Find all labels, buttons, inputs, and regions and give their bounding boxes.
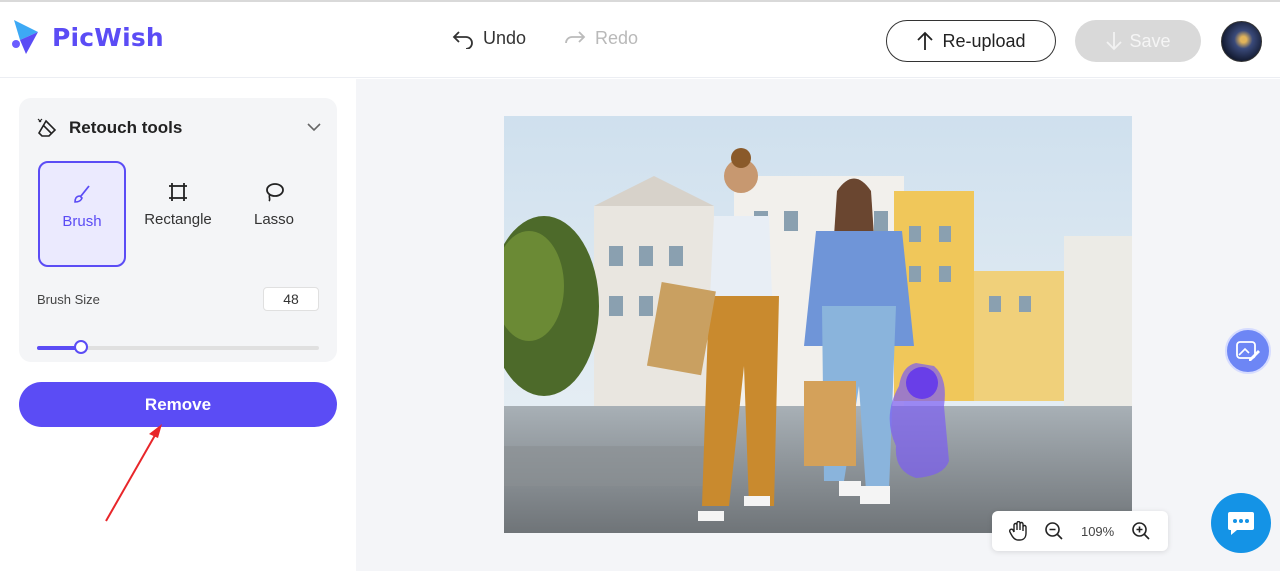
redo-label: Redo [595, 28, 639, 48]
chevron-down-icon[interactable] [307, 122, 321, 132]
logo[interactable]: PicWish [10, 18, 164, 56]
tool-rectangle[interactable]: Rectangle [134, 161, 222, 267]
panel-header[interactable]: Retouch tools [37, 118, 182, 138]
zoom-out-icon[interactable] [1044, 521, 1064, 541]
reupload-button[interactable]: Re-upload [886, 20, 1056, 62]
canvas-area: 109% [356, 79, 1280, 571]
brush-icon [74, 185, 90, 203]
rectangle-select-icon [169, 183, 187, 201]
tool-lasso-label: Lasso [253, 211, 295, 228]
redo-button[interactable]: Redo [563, 28, 638, 49]
save-button[interactable]: Save [1075, 20, 1201, 62]
redo-icon [565, 30, 586, 43]
undo-button[interactable]: Undo [451, 28, 526, 49]
brush-size-slider[interactable] [37, 340, 319, 354]
save-label: Save [1129, 30, 1171, 51]
retouch-tools-panel: Retouch tools Brush Rectangle Lasso Brus [19, 98, 337, 362]
chat-bubble-icon [1228, 512, 1254, 535]
hand-pan-icon[interactable] [1008, 521, 1027, 541]
tool-rectangle-label: Rectangle [144, 211, 212, 228]
tool-lasso[interactable]: Lasso [230, 161, 318, 267]
panel-title: Retouch tools [69, 118, 183, 137]
zoom-in-icon[interactable] [1131, 521, 1151, 541]
upload-arrow-icon [917, 31, 934, 50]
reupload-label: Re-upload [942, 30, 1026, 51]
brush-size-label: Brush Size [37, 292, 100, 307]
undo-label: Undo [483, 28, 527, 48]
floating-edit-button[interactable] [1225, 328, 1271, 374]
tool-brush-label: Brush [62, 213, 102, 230]
download-arrow-icon [1106, 32, 1123, 51]
app-header: PicWish Undo Redo Re-upload Save [0, 2, 1280, 78]
picwish-logo-icon [12, 20, 38, 54]
zoom-toolbar: 109% [992, 511, 1168, 551]
sidebar: Retouch tools Brush Rectangle Lasso Brus [0, 79, 370, 571]
edited-photo[interactable] [504, 116, 1132, 533]
undo-icon [452, 30, 473, 49]
image-edit-icon [1236, 341, 1260, 361]
zoom-level: 109% [1080, 523, 1115, 539]
slider-thumb[interactable] [74, 340, 88, 354]
brush-size-input[interactable]: 48 [263, 287, 319, 311]
chat-support-button[interactable] [1211, 493, 1271, 553]
logo-text: PicWish [52, 22, 164, 52]
remove-button[interactable]: Remove [19, 382, 337, 427]
tool-brush[interactable]: Brush [38, 161, 126, 267]
user-avatar[interactable] [1221, 21, 1262, 62]
street-scene-image [504, 116, 1132, 533]
eraser-icon [37, 118, 57, 137]
lasso-icon [266, 183, 284, 202]
